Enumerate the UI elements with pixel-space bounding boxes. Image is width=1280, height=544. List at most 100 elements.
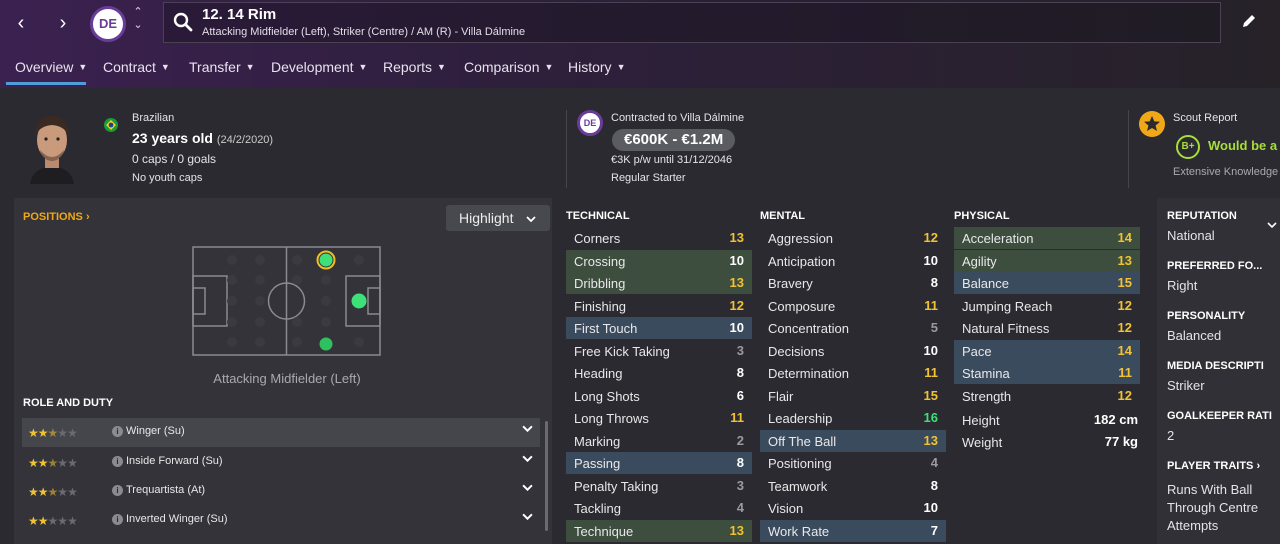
info-icon[interactable]: i xyxy=(112,514,123,525)
info-icon[interactable]: i xyxy=(112,456,123,467)
attribute-row-aggression[interactable]: Aggression 12 xyxy=(760,227,946,249)
positions-heading[interactable]: POSITIONS › xyxy=(23,211,90,223)
attribute-value: 13 xyxy=(1117,252,1132,268)
edit-icon[interactable] xyxy=(1240,12,1258,30)
attribute-row-flair[interactable]: Flair 15 xyxy=(760,385,946,407)
attribute-row-positioning[interactable]: Positioning 4 xyxy=(760,452,946,474)
attribute-name: Long Throws xyxy=(574,411,649,426)
role-row[interactable]: ★★★★★ i Trequartista (At) xyxy=(22,477,540,506)
roles-scrollbar[interactable] xyxy=(545,421,548,531)
attribute-row-bravery[interactable]: Bravery 8 xyxy=(760,272,946,294)
attribute-row-balance[interactable]: Balance 15 xyxy=(954,272,1140,294)
chevron-down-icon[interactable] xyxy=(522,482,533,494)
attribute-value: 13 xyxy=(729,230,744,245)
attribute-row-free-kick-taking[interactable]: Free Kick Taking 3 xyxy=(566,340,752,362)
attribute-name: Teamwork xyxy=(768,478,828,494)
attribute-row-technique[interactable]: Technique 13 xyxy=(566,519,752,542)
attribute-row-passing[interactable]: Passing 8 xyxy=(566,452,752,474)
attribute-row-finishing[interactable]: Finishing 12 xyxy=(566,295,752,317)
chevron-down-icon[interactable] xyxy=(522,453,533,465)
attribute-name: Aggression xyxy=(768,231,834,246)
chevron-down-icon[interactable] xyxy=(522,511,533,523)
attribute-value: 3 xyxy=(736,477,744,493)
forward-arrow-icon[interactable]: › xyxy=(48,8,78,38)
trait-item: Attempts xyxy=(1167,518,1219,533)
attribute-name: Flair xyxy=(768,388,794,404)
chevron-right-icon: › xyxy=(85,211,90,223)
role-name: Winger (Su) xyxy=(126,425,185,437)
club-badge[interactable]: DE xyxy=(90,6,126,42)
role-row[interactable]: ★★★★★ i Winger (Su) xyxy=(22,418,540,447)
attribute-row-vision[interactable]: Vision 10 xyxy=(760,497,946,519)
player-traits-heading[interactable]: PLAYER TRAITS › xyxy=(1167,460,1260,472)
attribute-row-strength[interactable]: Strength 12 xyxy=(954,385,1140,407)
attribute-value: 11 xyxy=(924,297,938,313)
player-search-bar[interactable]: 12. 14 Rim Attacking Midfielder (Left), … xyxy=(163,2,1221,43)
attribute-name: Decisions xyxy=(768,343,825,359)
info-icon[interactable]: i xyxy=(112,426,123,437)
attribute-row-off-the-ball[interactable]: Off The Ball 13 xyxy=(760,429,946,452)
attribute-value: 11 xyxy=(1118,365,1132,380)
attribute-row-first-touch[interactable]: First Touch 10 xyxy=(566,317,752,339)
transfer-value-badge[interactable]: €600K - €1.2M xyxy=(612,129,736,151)
attribute-row-leadership[interactable]: Leadership 16 xyxy=(760,407,946,429)
attribute-row-dribbling[interactable]: Dribbling 13 xyxy=(566,272,752,294)
chevron-right-icon: › xyxy=(1256,460,1261,472)
attribute-row-concentration[interactable]: Concentration 5 xyxy=(760,317,946,339)
attribute-value: 10 xyxy=(923,342,938,358)
attribute-name: Agility xyxy=(962,253,997,269)
attribute-row-composure[interactable]: Composure 11 xyxy=(760,295,946,317)
attribute-row-stamina[interactable]: Stamina 11 xyxy=(954,362,1140,384)
club-switch-arrows-icon[interactable]: ⌃ ⌄ xyxy=(131,6,145,32)
tab-history[interactable]: History ▼ xyxy=(568,59,625,75)
attribute-row-teamwork[interactable]: Teamwork 8 xyxy=(760,475,946,497)
attribute-row-natural-fitness[interactable]: Natural Fitness 12 xyxy=(954,317,1140,339)
attribute-row-marking[interactable]: Marking 2 xyxy=(566,430,752,452)
attribute-row-tackling[interactable]: Tackling 4 xyxy=(566,497,752,519)
attribute-name: Balance xyxy=(962,276,1009,291)
mental-heading: MENTAL xyxy=(760,210,806,222)
trait-item: Through Centre xyxy=(1167,500,1259,515)
tab-transfer[interactable]: Transfer ▼ xyxy=(189,59,255,75)
height-label: Height xyxy=(962,413,1000,428)
star-icon: ★ xyxy=(37,456,49,470)
attribute-value: 8 xyxy=(736,365,744,380)
attribute-row-penalty-taking[interactable]: Penalty Taking 3 xyxy=(566,475,752,497)
attribute-value: 14 xyxy=(1117,230,1132,245)
role-row[interactable]: ★★★★★ i Inverted Winger (Su) xyxy=(22,506,540,535)
player-face-image xyxy=(20,108,84,184)
attribute-row-corners[interactable]: Corners 13 xyxy=(566,227,752,249)
scout-report-title[interactable]: Scout Report xyxy=(1173,112,1237,124)
tab-comparison[interactable]: Comparison ▼ xyxy=(464,59,553,75)
attribute-row-decisions[interactable]: Decisions 10 xyxy=(760,340,946,362)
club-badge-small[interactable]: DE xyxy=(577,110,603,136)
attribute-row-jumping-reach[interactable]: Jumping Reach 12 xyxy=(954,295,1140,317)
role-row[interactable]: ★★★★★ i Inside Forward (Su) xyxy=(22,448,540,477)
chevron-down-icon[interactable] xyxy=(1267,215,1277,233)
attribute-row-crossing[interactable]: Crossing 10 xyxy=(566,249,752,272)
tab-development[interactable]: Development ▼ xyxy=(271,59,367,75)
attribute-row-work-rate[interactable]: Work Rate 7 xyxy=(760,519,946,542)
attribute-row-acceleration[interactable]: Acceleration 14 xyxy=(954,227,1140,249)
tab-reports[interactable]: Reports ▼ xyxy=(383,59,446,75)
tab-label: Comparison xyxy=(464,59,540,75)
back-arrow-icon[interactable]: ‹ xyxy=(6,8,36,38)
chevron-down-icon: ▼ xyxy=(544,62,554,72)
highlight-dropdown[interactable]: Highlight xyxy=(446,205,550,231)
attribute-value: 15 xyxy=(923,387,938,403)
tab-overview[interactable]: Overview ▼ xyxy=(15,59,87,75)
attribute-name: Composure xyxy=(768,298,836,314)
attribute-name: Determination xyxy=(768,366,849,381)
attribute-row-heading[interactable]: Heading 8 xyxy=(566,362,752,384)
chevron-down-icon[interactable] xyxy=(522,423,533,435)
role-star-rating: ★★★★★ xyxy=(28,456,78,470)
attribute-row-long-shots[interactable]: Long Shots 6 xyxy=(566,385,752,407)
attribute-row-anticipation[interactable]: Anticipation 10 xyxy=(760,250,946,272)
tab-contract[interactable]: Contract ▼ xyxy=(103,59,170,75)
attribute-row-long-throws[interactable]: Long Throws 11 xyxy=(566,407,752,429)
attribute-row-determination[interactable]: Determination 11 xyxy=(760,362,946,384)
info-icon[interactable]: i xyxy=(112,485,123,496)
attribute-row-agility[interactable]: Agility 13 xyxy=(954,249,1140,272)
attribute-row-pace[interactable]: Pace 14 xyxy=(954,339,1140,362)
search-icon xyxy=(173,12,193,32)
